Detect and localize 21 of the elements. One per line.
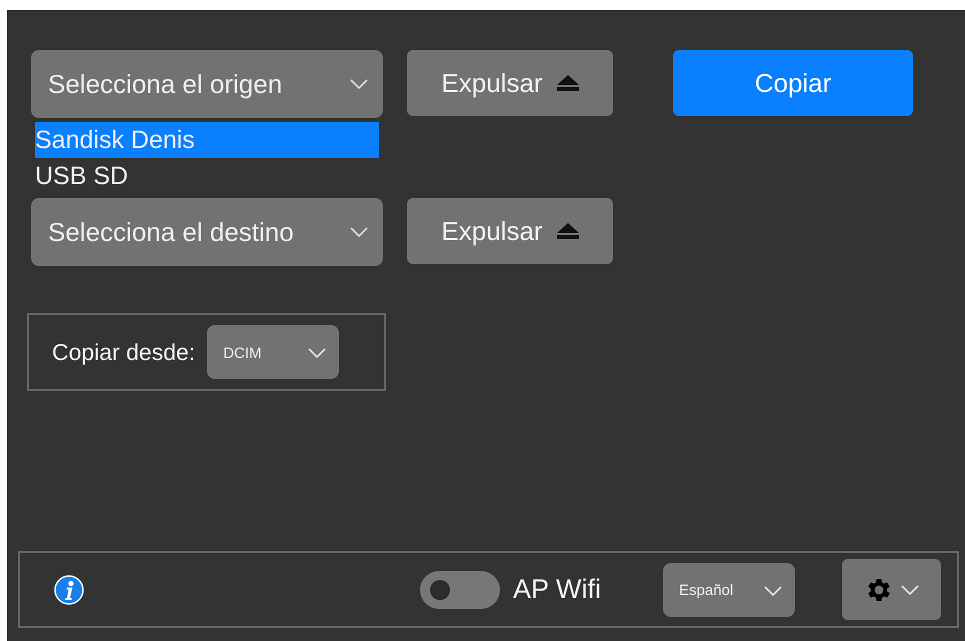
source-select[interactable]: Selecciona el origen <box>31 50 383 118</box>
copy-from-label: Copiar desde: <box>52 338 196 366</box>
folder-select[interactable]: DCIM <box>207 325 340 379</box>
chevron-icon <box>349 226 369 238</box>
info-icon[interactable] <box>54 574 84 604</box>
eject-button[interactable]: Expulsar <box>407 198 613 264</box>
ap-wifi-label: AP Wifi <box>513 574 602 605</box>
dropdown-option[interactable]: Sandisk Denis <box>35 122 379 158</box>
eject-icon <box>556 75 579 91</box>
copy-button[interactable]: Copiar <box>673 50 913 116</box>
eject-icon <box>556 223 579 239</box>
destination-select[interactable]: Selecciona el destino <box>31 198 383 266</box>
dropdown-option[interactable]: USB SD <box>35 158 379 194</box>
chevron-icon <box>307 347 328 359</box>
language-select[interactable]: Español <box>663 562 796 616</box>
chevron-icon <box>763 584 784 596</box>
eject-button[interactable]: Expulsar <box>407 50 613 116</box>
chevron-icon <box>349 78 369 90</box>
chevron-icon <box>900 584 920 596</box>
ap-wifi-toggle[interactable] <box>420 570 500 608</box>
settings-button[interactable] <box>842 559 942 620</box>
